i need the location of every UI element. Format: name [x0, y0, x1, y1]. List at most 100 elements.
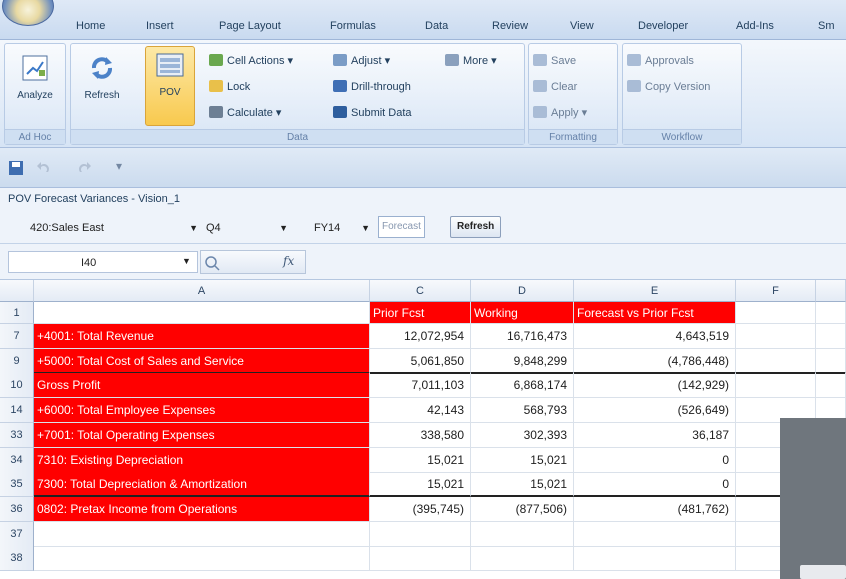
- row-label-cell[interactable]: 7310: Existing Depreciation: [34, 448, 370, 473]
- insert-function-icon[interactable]: fx: [283, 254, 294, 268]
- tab-insert[interactable]: Insert: [146, 17, 174, 35]
- prior-fcst-cell[interactable]: 15,021: [370, 472, 471, 497]
- tab-view[interactable]: View: [570, 17, 594, 35]
- customize-qat-icon[interactable]: ▾: [116, 159, 122, 173]
- select-all-corner[interactable]: [0, 280, 34, 302]
- year-dropdown[interactable]: FY14 ▼: [314, 218, 370, 238]
- row-header[interactable]: 33: [0, 423, 34, 448]
- working-cell[interactable]: 6,868,174: [471, 373, 574, 398]
- variance-cell[interactable]: (142,929): [574, 373, 736, 398]
- redo-icon[interactable]: [76, 160, 92, 176]
- tab-review[interactable]: Review: [492, 17, 528, 35]
- working-cell[interactable]: 15,021: [471, 472, 574, 497]
- tab-formulas[interactable]: Formulas: [330, 17, 376, 35]
- prior-fcst-cell[interactable]: [370, 522, 471, 547]
- row-header[interactable]: 14: [0, 398, 34, 423]
- row-label-cell[interactable]: +7001: Total Operating Expenses: [34, 423, 370, 448]
- variance-cell[interactable]: 0: [574, 472, 736, 497]
- undo-icon[interactable]: [36, 160, 52, 176]
- submit-data-button[interactable]: Submit Data: [333, 104, 412, 122]
- variance-cell[interactable]: (526,649): [574, 398, 736, 423]
- name-box[interactable]: I40: [8, 251, 198, 273]
- prior-fcst-cell[interactable]: [370, 546, 471, 571]
- cell[interactable]: [816, 324, 846, 349]
- row-header[interactable]: 9: [0, 349, 34, 374]
- column-header-a[interactable]: A: [34, 280, 370, 302]
- working-cell[interactable]: 9,848,299: [471, 349, 574, 374]
- working-cell[interactable]: [471, 522, 574, 547]
- prior-fcst-cell[interactable]: 15,021: [370, 448, 471, 473]
- row-label-cell[interactable]: 7300: Total Depreciation & Amortization: [34, 472, 370, 497]
- column-header-d[interactable]: D: [471, 280, 574, 302]
- prior-fcst-cell[interactable]: (395,745): [370, 497, 471, 522]
- cell[interactable]: [736, 324, 816, 349]
- row-header[interactable]: 34: [0, 448, 34, 473]
- tab-data[interactable]: Data: [425, 17, 448, 35]
- zoom-icon[interactable]: [204, 255, 220, 271]
- more-button[interactable]: More ▾: [445, 52, 497, 70]
- row-header[interactable]: 36: [0, 497, 34, 522]
- pov-refresh-button[interactable]: Refresh: [450, 216, 502, 238]
- row-header[interactable]: 7: [0, 324, 34, 349]
- prior-fcst-cell[interactable]: 338,580: [370, 423, 471, 448]
- working-cell[interactable]: (877,506): [471, 497, 574, 522]
- cell[interactable]: [736, 349, 816, 374]
- row-label-cell[interactable]: +6000: Total Employee Expenses: [34, 398, 370, 423]
- working-cell[interactable]: 302,393: [471, 423, 574, 448]
- working-cell[interactable]: [471, 546, 574, 571]
- save-format-button[interactable]: Save: [533, 52, 576, 70]
- variance-cell[interactable]: [574, 522, 736, 547]
- cell[interactable]: [34, 302, 370, 324]
- cell-actions-button[interactable]: Cell Actions ▾: [209, 52, 293, 70]
- column-header-f[interactable]: F: [736, 280, 816, 302]
- copy-version-button[interactable]: Copy Version: [627, 78, 710, 96]
- variance-cell[interactable]: (481,762): [574, 497, 736, 522]
- variance-cell[interactable]: (4,786,448): [574, 349, 736, 374]
- analyze-button[interactable]: Analyze: [10, 50, 60, 120]
- prior-fcst-cell[interactable]: 12,072,954: [370, 324, 471, 349]
- save-icon[interactable]: [8, 160, 24, 176]
- row-label-cell[interactable]: +4001: Total Revenue: [34, 324, 370, 349]
- refresh-button[interactable]: Refresh: [77, 50, 127, 120]
- header-working[interactable]: Working: [471, 302, 574, 324]
- cell[interactable]: [736, 302, 816, 324]
- tab-home[interactable]: Home: [76, 17, 105, 35]
- cell[interactable]: [816, 373, 846, 398]
- working-cell[interactable]: 15,021: [471, 448, 574, 473]
- row-header[interactable]: 38: [0, 546, 34, 571]
- tab-smart-view[interactable]: Sm: [818, 17, 835, 35]
- entity-dropdown[interactable]: 420:Sales East ▼: [30, 218, 198, 238]
- cell[interactable]: [816, 302, 846, 324]
- working-cell[interactable]: 568,793: [471, 398, 574, 423]
- row-label-cell[interactable]: +5000: Total Cost of Sales and Service: [34, 349, 370, 374]
- working-cell[interactable]: 16,716,473: [471, 324, 574, 349]
- drill-through-button[interactable]: Drill-through: [333, 78, 411, 96]
- tab-add-ins[interactable]: Add-Ins: [736, 17, 774, 35]
- column-header-g[interactable]: [816, 280, 846, 302]
- cell[interactable]: [816, 349, 846, 374]
- clear-format-button[interactable]: Clear: [533, 78, 577, 96]
- row-label-cell[interactable]: [34, 546, 370, 571]
- row-header[interactable]: 10: [0, 373, 34, 398]
- row-label-cell[interactable]: Gross Profit: [34, 373, 370, 398]
- header-forecast-vs-prior[interactable]: Forecast vs Prior Fcst: [574, 302, 736, 324]
- approvals-button[interactable]: Approvals: [627, 52, 694, 70]
- scenario-field[interactable]: Forecast: [378, 216, 425, 238]
- variance-cell[interactable]: 4,643,519: [574, 324, 736, 349]
- period-dropdown[interactable]: Q4 ▼: [206, 218, 288, 238]
- row-header[interactable]: 37: [0, 522, 34, 547]
- office-button[interactable]: [2, 0, 54, 26]
- row-header[interactable]: 1: [0, 302, 34, 324]
- apply-format-button[interactable]: Apply ▾: [533, 104, 587, 122]
- chevron-down-icon[interactable]: ▼: [182, 256, 191, 266]
- lock-button[interactable]: Lock: [209, 78, 250, 96]
- calculate-button[interactable]: Calculate ▾: [209, 104, 281, 122]
- column-header-e[interactable]: E: [574, 280, 736, 302]
- row-label-cell[interactable]: 0802: Pretax Income from Operations: [34, 497, 370, 522]
- cell[interactable]: [736, 373, 816, 398]
- prior-fcst-cell[interactable]: 7,011,103: [370, 373, 471, 398]
- tab-developer[interactable]: Developer: [638, 17, 688, 35]
- adjust-button[interactable]: Adjust ▾: [333, 52, 390, 70]
- tab-page-layout[interactable]: Page Layout: [219, 17, 281, 35]
- column-header-c[interactable]: C: [370, 280, 471, 302]
